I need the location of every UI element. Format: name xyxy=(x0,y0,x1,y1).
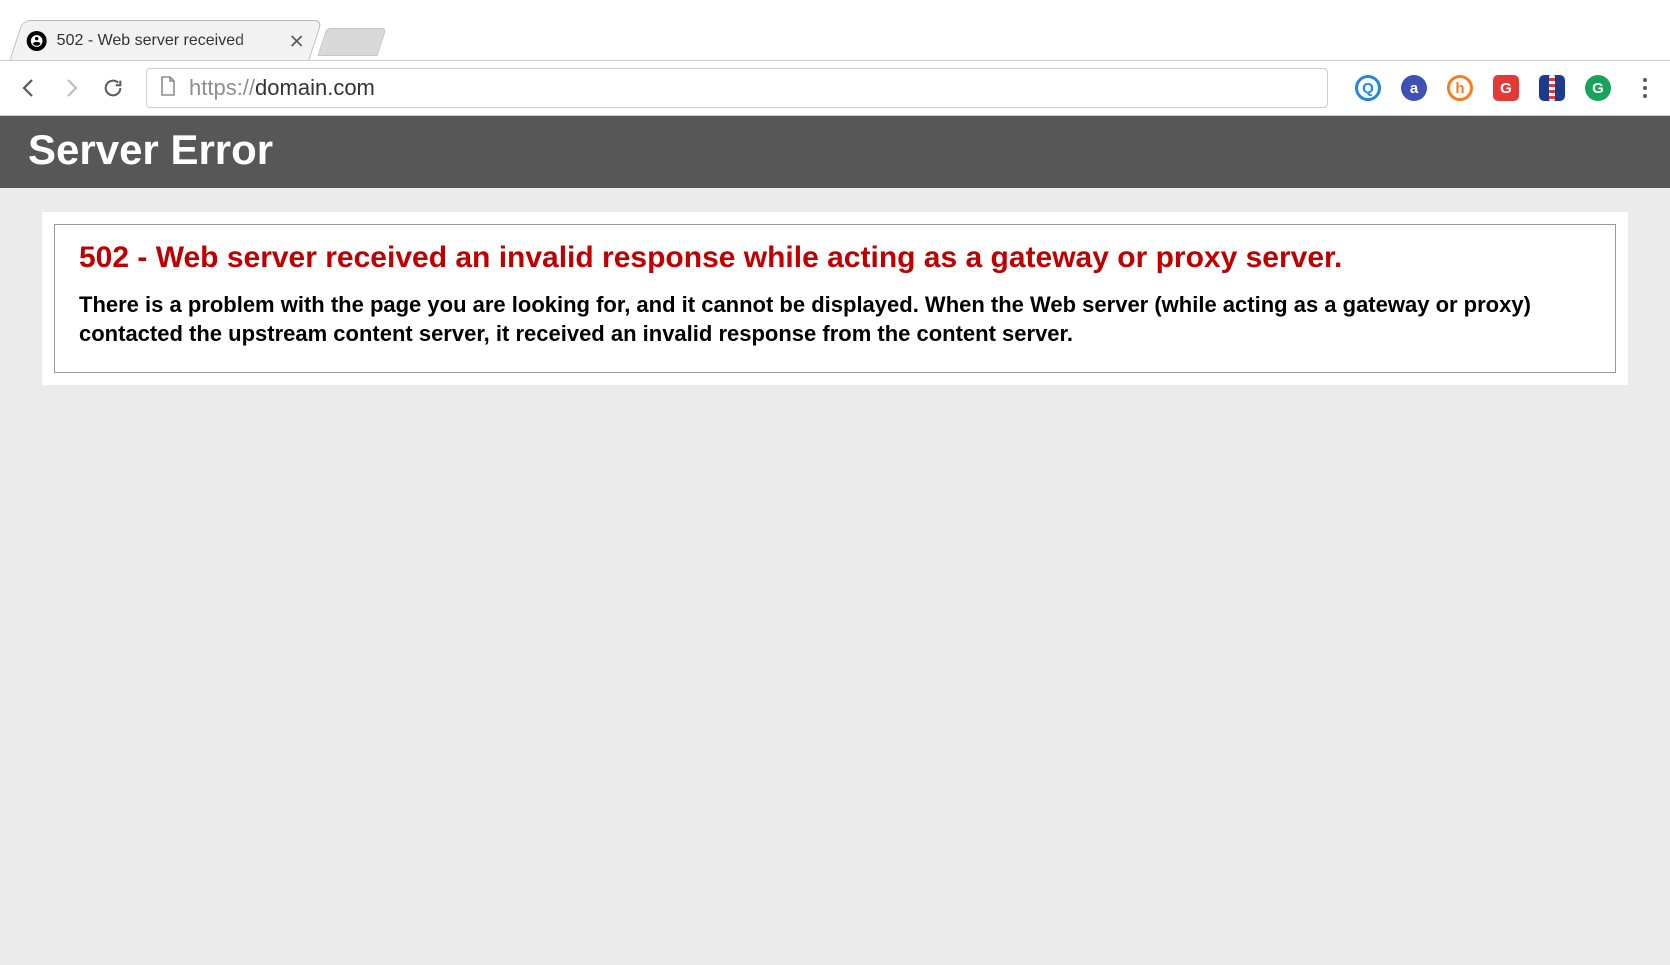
error-card: 502 - Web server received an invalid res… xyxy=(42,212,1628,385)
url-scheme: https:// xyxy=(189,75,255,100)
extension-grammarly-icon[interactable]: G xyxy=(1492,74,1520,102)
back-button[interactable] xyxy=(12,71,46,105)
extension-a-icon[interactable]: a xyxy=(1400,74,1428,102)
extension-h-icon[interactable]: h xyxy=(1446,74,1474,102)
tab-close-button[interactable] xyxy=(289,33,305,49)
extension-q-icon[interactable]: Q xyxy=(1354,74,1382,102)
extension-lighthouse-icon[interactable] xyxy=(1538,74,1566,102)
tab-favicon-icon xyxy=(27,31,47,51)
server-error-banner: Server Error xyxy=(0,116,1670,188)
reload-button[interactable] xyxy=(96,71,130,105)
browser-menu-button[interactable] xyxy=(1630,71,1660,105)
address-bar[interactable]: https://domain.com xyxy=(146,68,1328,108)
page-info-icon[interactable] xyxy=(159,75,177,102)
forward-button[interactable] xyxy=(54,71,88,105)
tab-title: 502 - Web server received xyxy=(57,32,279,50)
error-box: 502 - Web server received an invalid res… xyxy=(54,224,1616,373)
new-tab-button[interactable] xyxy=(317,28,386,56)
page-viewport: Server Error 502 - Web server received a… xyxy=(0,116,1670,965)
browser-toolbar: https://domain.com Q a h G G xyxy=(0,60,1670,116)
extension-icons: Q a h G G xyxy=(1344,74,1618,102)
url-host: domain.com xyxy=(255,75,375,100)
content-wrap: 502 - Web server received an invalid res… xyxy=(0,188,1670,409)
error-description: There is a problem with the page you are… xyxy=(79,291,1591,347)
url-text: https://domain.com xyxy=(189,75,375,101)
tab-strip: 502 - Web server received xyxy=(0,0,1670,60)
extension-green-icon[interactable]: G xyxy=(1584,74,1612,102)
browser-tab[interactable]: 502 - Web server received xyxy=(10,20,323,60)
error-title: 502 - Web server received an invalid res… xyxy=(79,239,1591,277)
